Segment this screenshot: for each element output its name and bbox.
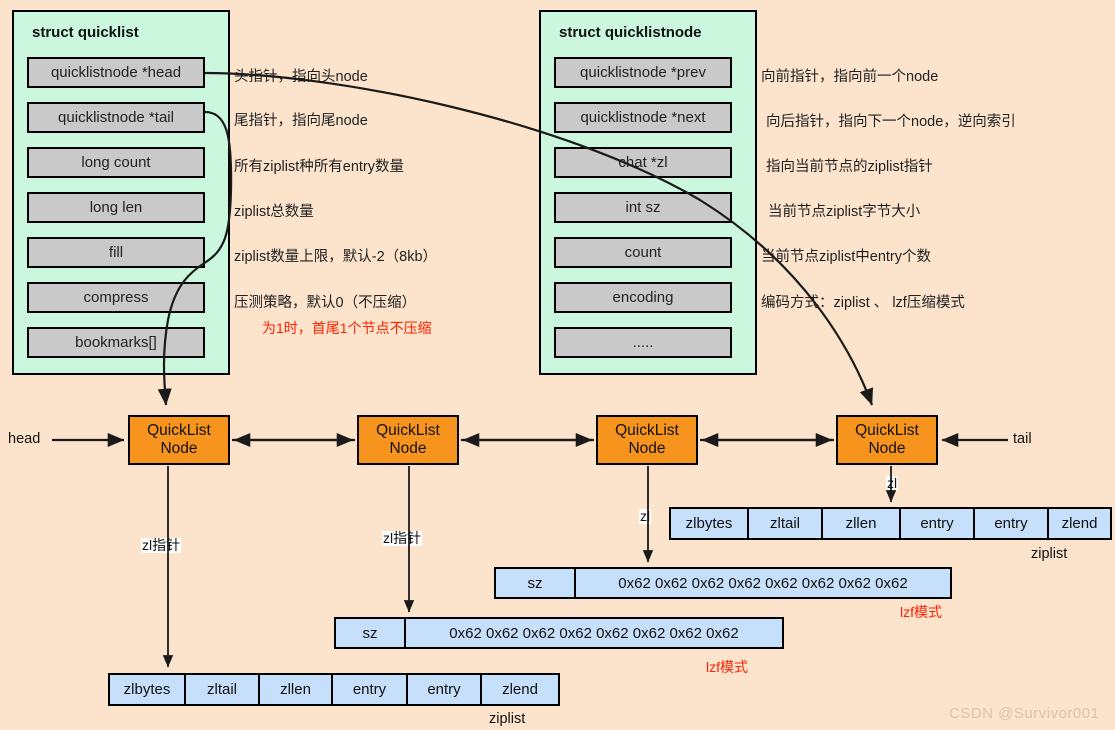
annotation-tail: 尾指针，指向尾node — [234, 113, 368, 129]
ziplist-cell: zlend — [482, 675, 558, 704]
lzf-upper: sz 0x62 0x62 0x62 0x62 0x62 0x62 0x62 0x… — [494, 567, 952, 599]
quicklist-node-2[interactable]: QuickList Node — [357, 415, 459, 465]
annotation-compress: 压测策略，默认0（不压缩） — [234, 295, 417, 311]
node-line-2: Node — [389, 440, 427, 457]
annotation-prev: 向前指针，指向前一个node — [761, 69, 939, 85]
annotation-chat-zl: 指向当前节点的ziplist指针 — [766, 159, 933, 175]
field-label: count — [624, 244, 662, 261]
ziplist-cell: zlbytes — [671, 509, 749, 538]
annotation-encoding: 编码方式：ziplist 、 lzf压缩模式 — [761, 295, 965, 311]
ziplist-bottom-left-caption: ziplist — [489, 711, 526, 727]
field-int-sz[interactable]: int sz — [554, 192, 732, 223]
quicklist-node-3[interactable]: QuickList Node — [596, 415, 698, 465]
field-label: bookmarks[] — [75, 334, 157, 351]
diagram-canvas: struct quicklist quicklistnode *head qui… — [0, 0, 1115, 730]
zl-pointer-label-node1: zl指针 — [141, 537, 182, 554]
lzf-sz-cell: sz — [336, 619, 406, 647]
lzf-upper-caption: lzf模式 — [900, 604, 942, 620]
annotation-fill: ziplist数量上限，默认-2（8kb） — [234, 249, 438, 265]
field-quicklistnode-head[interactable]: quicklistnode *head — [27, 57, 205, 88]
field-label: quicklistnode *next — [580, 109, 706, 126]
field-quicklistnode-tail[interactable]: quicklistnode *tail — [27, 102, 205, 133]
ziplist-cell: zllen — [260, 675, 333, 704]
field-compress[interactable]: compress — [27, 282, 205, 313]
node-line-2: Node — [628, 440, 666, 457]
ziplist-cell: entry — [408, 675, 482, 704]
field-label: quicklistnode *tail — [58, 109, 174, 126]
ziplist-cell: entry — [901, 509, 975, 538]
field-quicklistnode-next[interactable]: quicklistnode *next — [554, 102, 732, 133]
field-quicklistnode-prev[interactable]: quicklistnode *prev — [554, 57, 732, 88]
annotation-count: 所有ziplist种所有entry数量 — [234, 159, 404, 175]
field-label: chat *zl — [618, 154, 668, 171]
annotation-int-sz: 当前节点ziplist字节大小 — [768, 204, 921, 220]
node-line-1: QuickList — [855, 422, 919, 440]
lzf-data-cell: 0x62 0x62 0x62 0x62 0x62 0x62 0x62 0x62 — [449, 624, 739, 642]
ziplist-cell: entry — [975, 509, 1049, 538]
struct-quicklist-title: struct quicklist — [32, 24, 139, 41]
field-label: long count — [81, 154, 151, 171]
field-label: compress — [83, 289, 149, 306]
lzf-lower-caption: lzf模式 — [706, 659, 748, 675]
field-label: quicklistnode *head — [50, 64, 182, 81]
ziplist-bottom-left: zlbytes zltail zllen entry entry zlend — [108, 673, 560, 706]
field-label: int sz — [625, 199, 661, 216]
annotation-head: 头指针，指向头node — [234, 69, 368, 85]
ziplist-cell: zlbytes — [110, 675, 186, 704]
field-label: ..... — [632, 334, 654, 351]
annotation-compress-red-note: 为1时，首尾1个节点不压缩 — [262, 320, 432, 336]
ziplist-right-caption: ziplist — [1031, 546, 1068, 562]
ziplist-right: zlbytes zltail zllen entry entry zlend — [669, 507, 1112, 540]
ziplist-cell: zltail — [186, 675, 260, 704]
quicklist-node-1[interactable]: QuickList Node — [128, 415, 230, 465]
ziplist-cell: zllen — [823, 509, 901, 538]
zl-pointer-label-node4: zl — [886, 475, 899, 492]
node-line-1: QuickList — [147, 422, 211, 440]
node-line-1: QuickList — [376, 422, 440, 440]
field-long-len[interactable]: long len — [27, 192, 205, 223]
field-ellipsis[interactable]: ..... — [554, 327, 732, 358]
ziplist-cell: zltail — [749, 509, 823, 538]
field-encoding[interactable]: encoding — [554, 282, 732, 313]
field-label: encoding — [612, 289, 674, 306]
node-line-2: Node — [868, 440, 906, 457]
field-label: long len — [89, 199, 143, 216]
annotation-next: 向后指针，指向下一个node，逆向索引 — [766, 114, 1016, 130]
field-bookmarks[interactable]: bookmarks[] — [27, 327, 205, 358]
quicklist-node-4[interactable]: QuickList Node — [836, 415, 938, 465]
lzf-lower: sz 0x62 0x62 0x62 0x62 0x62 0x62 0x62 0x… — [334, 617, 784, 649]
field-long-count[interactable]: long count — [27, 147, 205, 178]
field-label: quicklistnode *prev — [580, 64, 706, 81]
ziplist-cell: zlend — [1049, 509, 1110, 538]
tail-pointer-label: tail — [1013, 431, 1032, 447]
annotation-len: ziplist总数量 — [234, 204, 314, 220]
node-line-1: QuickList — [615, 422, 679, 440]
lzf-sz-cell: sz — [496, 569, 576, 597]
head-pointer-label: head — [8, 431, 41, 447]
ziplist-cell: entry — [333, 675, 408, 704]
annotation-node-count: 当前节点ziplist中entry个数 — [761, 249, 931, 265]
zl-pointer-label-node2: zl指针 — [382, 530, 423, 547]
zl-pointer-label-node3: zl — [639, 508, 652, 525]
lzf-data-cell: 0x62 0x62 0x62 0x62 0x62 0x62 0x62 0x62 — [618, 574, 908, 592]
field-label: fill — [108, 244, 124, 261]
field-node-count[interactable]: count — [554, 237, 732, 268]
watermark: CSDN @Survivor001 — [949, 705, 1100, 722]
struct-quicklistnode-title: struct quicklistnode — [559, 24, 702, 41]
field-chat-zl[interactable]: chat *zl — [554, 147, 732, 178]
field-fill[interactable]: fill — [27, 237, 205, 268]
node-line-2: Node — [160, 440, 198, 457]
